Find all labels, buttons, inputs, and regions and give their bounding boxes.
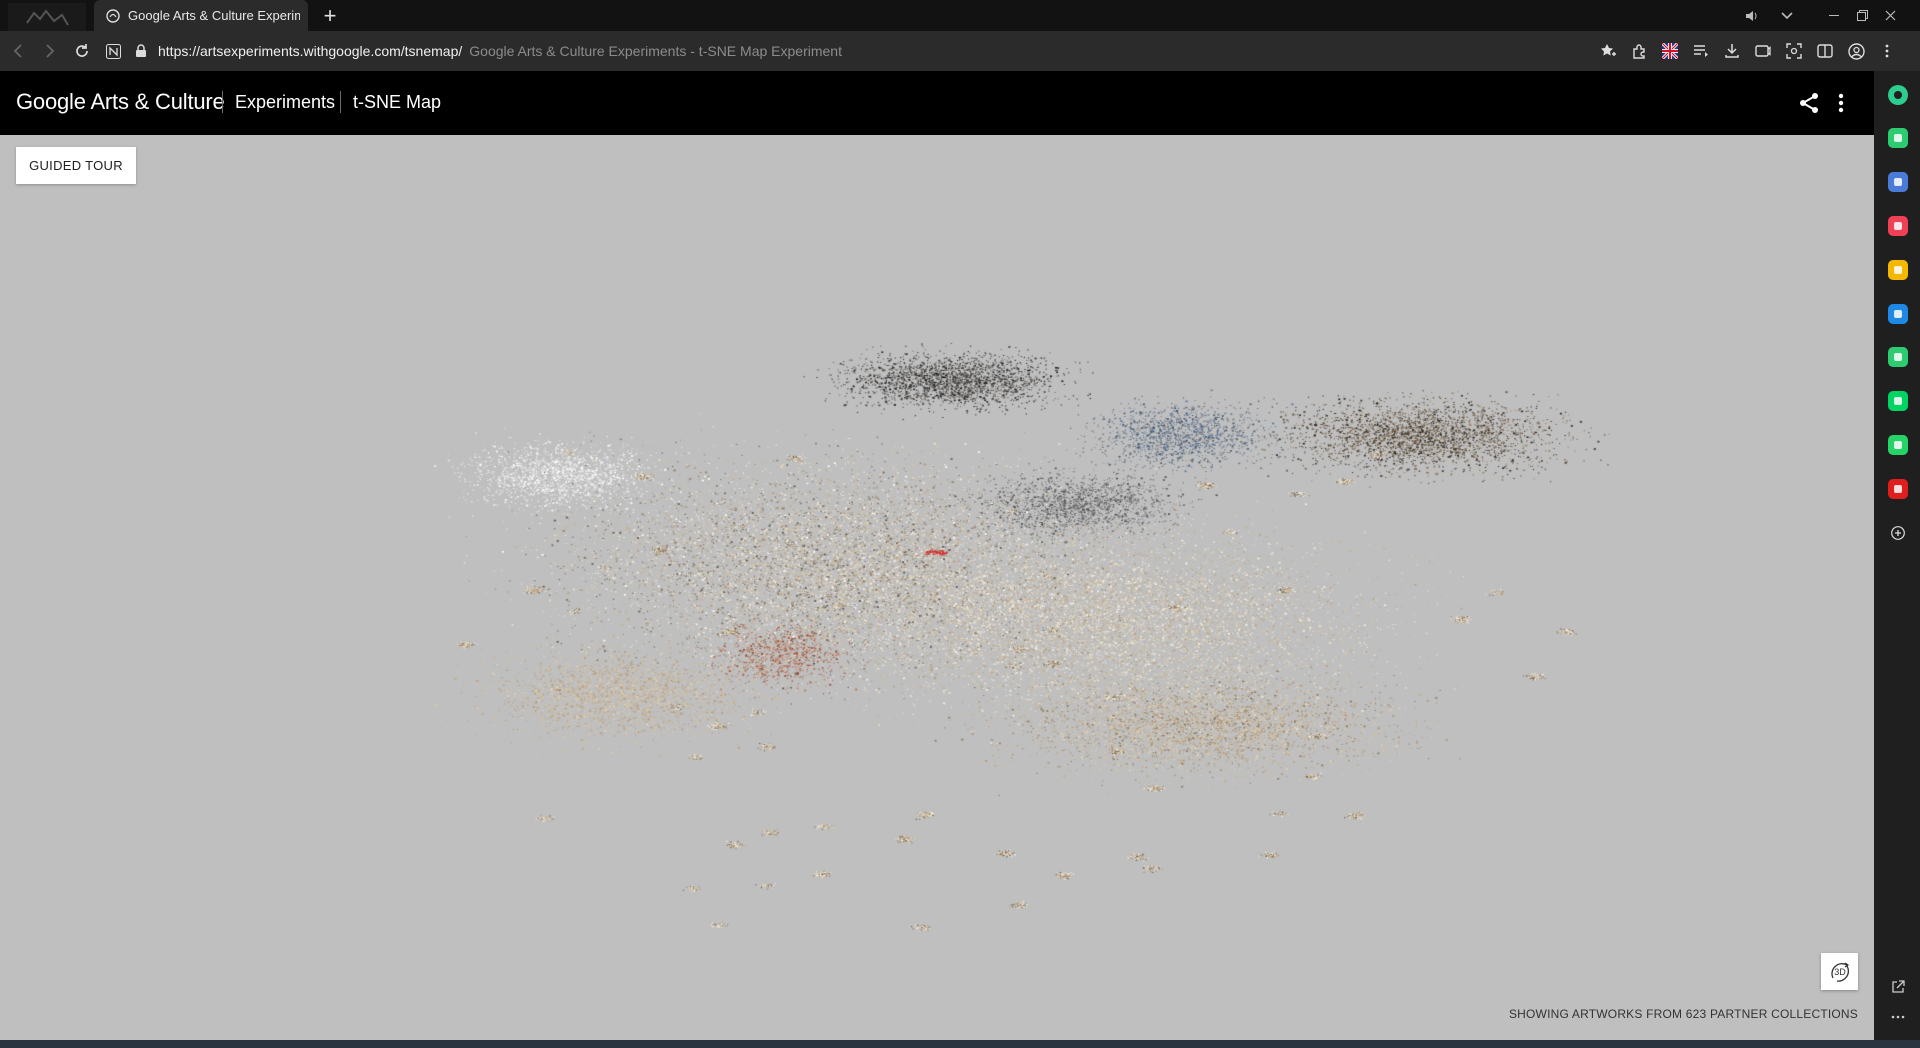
window-controls [1820, 0, 1904, 31]
taskbar-strip [0, 1040, 1920, 1048]
brand-logo[interactable]: Google Arts & Culture [16, 89, 225, 115]
wow-icon[interactable] [1888, 479, 1908, 499]
webtoon-icon[interactable] [1888, 391, 1908, 411]
profile-icon[interactable] [1846, 41, 1866, 61]
volume-icon[interactable] [1740, 5, 1762, 27]
whatsapp-icon[interactable] [1888, 435, 1908, 455]
ai-assistant-icon[interactable] [1888, 85, 1908, 105]
artwork-point-cloud[interactable] [0, 135, 1874, 1040]
forward-icon[interactable] [40, 41, 60, 61]
add-icon[interactable] [1888, 523, 1908, 543]
browser-tab[interactable]: Google Arts & Culture Experim [94, 0, 308, 31]
flag-uk-icon[interactable] [1660, 41, 1680, 61]
browser-sidebar [1874, 71, 1920, 1040]
tab-strip-controls [1740, 0, 1798, 31]
menu-dots-icon[interactable] [1877, 41, 1897, 61]
more-vert-icon[interactable] [1831, 91, 1851, 115]
more-horiz-icon[interactable] [1888, 1007, 1908, 1027]
tab-title: Google Arts & Culture Experim [128, 8, 300, 23]
reload-icon[interactable] [72, 41, 92, 61]
split-view-icon[interactable] [1815, 41, 1835, 61]
url-text: https://artsexperiments.withgoogle.com/t… [158, 43, 463, 59]
edge-icon[interactable] [1888, 304, 1908, 324]
star-add-icon[interactable] [1598, 41, 1618, 61]
pocket-icon[interactable] [1888, 216, 1908, 236]
header-divider [340, 91, 341, 113]
screenshot-icon[interactable] [1784, 41, 1804, 61]
new-tab-icon[interactable]: + [318, 4, 342, 28]
player-icon[interactable] [1888, 347, 1908, 367]
tsne-map-canvas[interactable]: GUIDED TOUR 3D SHOWING ARTWORKS FROM 623… [0, 135, 1874, 1040]
page-header: Google Arts & Culture Experiments t-SNE … [0, 71, 1874, 135]
minimize-icon[interactable] [1820, 5, 1848, 27]
rotate-3d-icon: 3D [1830, 962, 1849, 982]
tab-thumbnail-icon[interactable] [8, 3, 86, 31]
back-icon[interactable] [8, 41, 28, 61]
chevron-down-icon[interactable] [1776, 5, 1798, 27]
share-icon[interactable] [1797, 91, 1821, 115]
favicon-icon [106, 8, 120, 23]
download-icon[interactable] [1722, 41, 1742, 61]
close-icon[interactable] [1876, 5, 1904, 27]
header-divider [222, 91, 223, 113]
external-link-icon[interactable] [1888, 977, 1908, 997]
browser-tab-strip: Google Arts & Culture Experim + [0, 0, 1920, 31]
wallet-icon[interactable] [1888, 172, 1908, 192]
restore-icon[interactable] [1848, 5, 1876, 27]
notion-icon[interactable] [103, 41, 123, 61]
playlist-icon[interactable] [1691, 41, 1711, 61]
extensions-icon[interactable] [1629, 41, 1649, 61]
lock-icon [136, 44, 146, 57]
guided-tour-button[interactable]: GUIDED TOUR [16, 147, 136, 184]
address-bar: https://artsexperiments.withgoogle.com/t… [0, 31, 1920, 71]
url-page-title: Google Arts & Culture Experiments - t-SN… [469, 43, 842, 59]
partner-collections-text: SHOWING ARTWORKS FROM 623 PARTNER COLLEC… [1508, 1007, 1858, 1021]
tab-icon[interactable] [1753, 41, 1773, 61]
favorites-icon[interactable] [1888, 260, 1908, 280]
tsne-map-link[interactable]: t-SNE Map [353, 92, 441, 113]
browser-toolbar [1598, 41, 1908, 61]
toggle-3d-button[interactable]: 3D [1821, 953, 1858, 990]
experiments-link[interactable]: Experiments [235, 92, 335, 113]
svg-text:3D: 3D [1834, 967, 1846, 977]
notification-icon[interactable] [1888, 128, 1908, 148]
url-field[interactable]: https://artsexperiments.withgoogle.com/t… [134, 38, 1604, 64]
